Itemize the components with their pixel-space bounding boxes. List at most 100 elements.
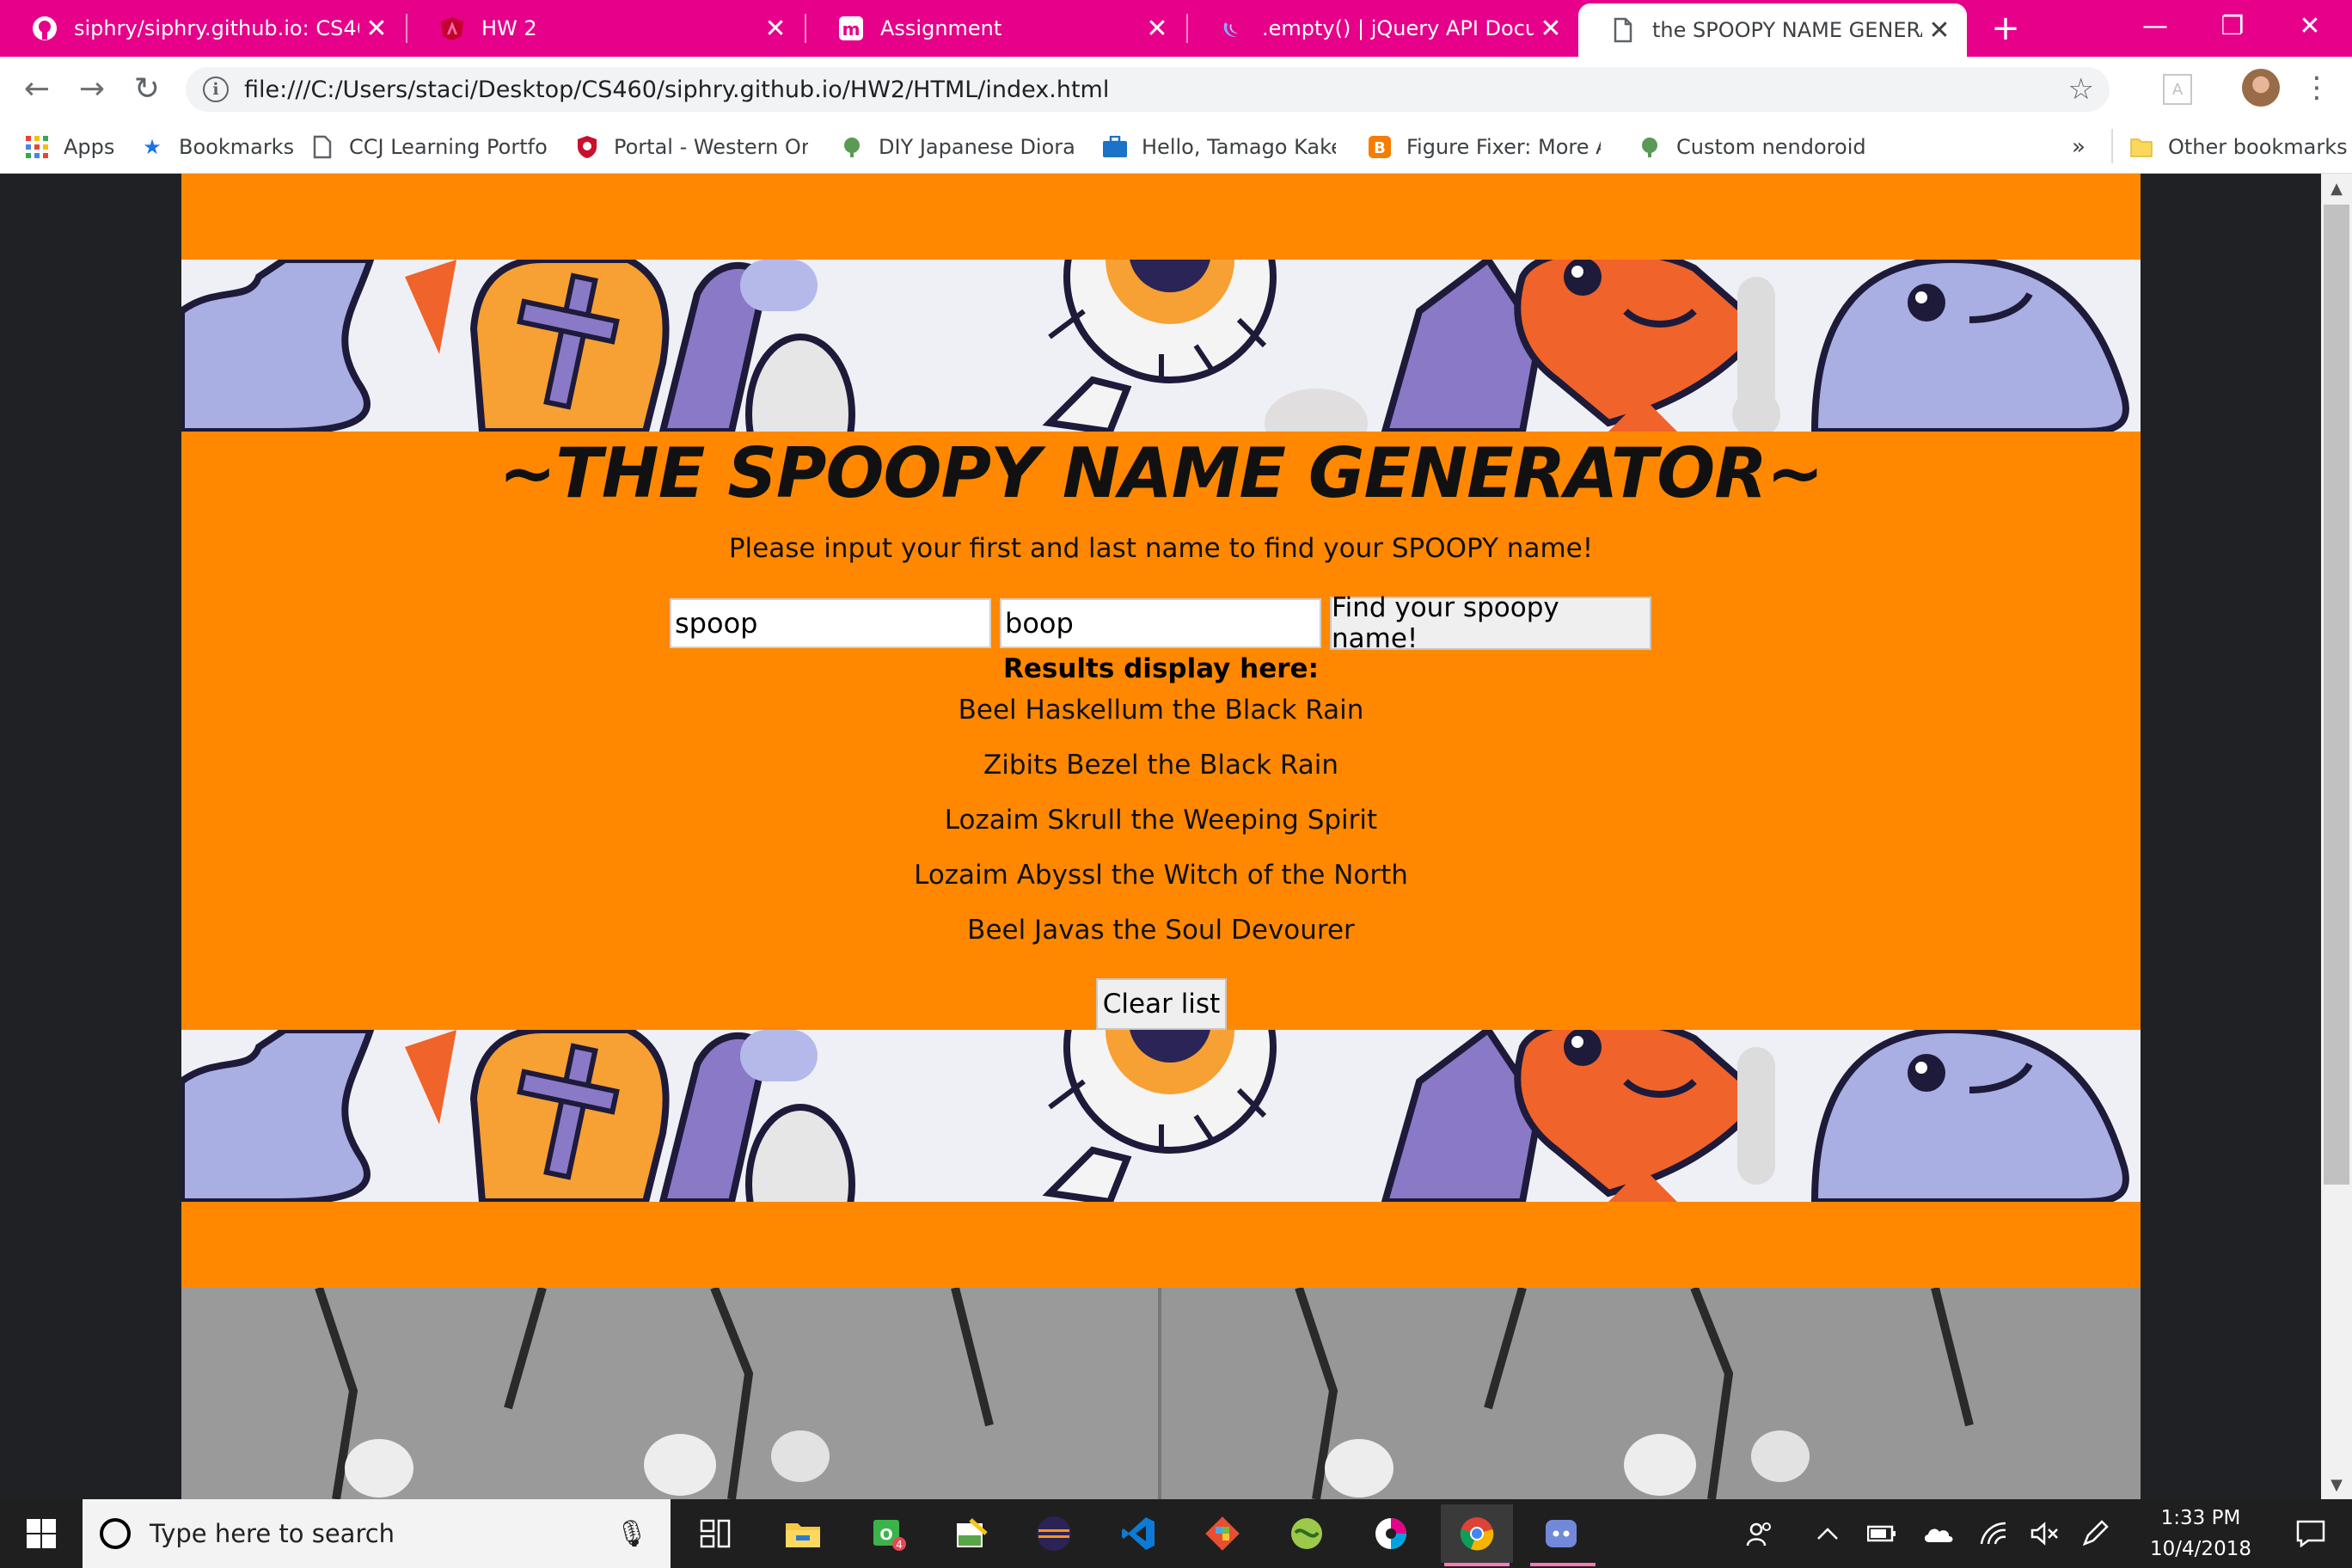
close-icon[interactable]: ✕ [1534, 14, 1568, 44]
vscode-icon[interactable] [1102, 1504, 1174, 1563]
wifi-icon[interactable] [1974, 1499, 2013, 1568]
notifications-icon[interactable] [2276, 1499, 2345, 1568]
star-icon: ★ [143, 135, 162, 159]
profile-avatar[interactable] [2242, 69, 2280, 107]
microphone-icon[interactable]: 🎙 [616, 1519, 648, 1549]
tab-title: the SPOOPY NAME GENERATOR [1652, 18, 1922, 42]
bookmark-label: Portal - Western Oregon [614, 135, 808, 159]
url-text[interactable]: file:///C:/Users/staci/Desktop/CS460/sip… [244, 77, 2068, 103]
taskbar-clock[interactable]: 1:33 PM 10/4/2018 [2123, 1499, 2278, 1568]
taskbar-search[interactable]: Type here to search 🎙 [83, 1499, 671, 1568]
paint-icon[interactable] [935, 1504, 1008, 1563]
bookmarks-overflow-button[interactable]: » [2072, 120, 2098, 174]
last-name-input[interactable] [1000, 598, 1321, 648]
scroll-up-icon[interactable]: ▲ [2321, 175, 2352, 201]
close-icon[interactable]: ✕ [359, 14, 394, 44]
close-icon[interactable]: ✕ [758, 14, 793, 44]
game-icon[interactable] [1271, 1504, 1343, 1563]
bookmark-tamago[interactable]: Hello, Tamago Kake Gohan [1102, 120, 1344, 174]
task-view-icon[interactable] [679, 1504, 751, 1563]
eclipse-icon[interactable] [1018, 1504, 1090, 1563]
page-content: ~THE SPOOPY NAME GENERATOR~ Please input… [181, 174, 2141, 1499]
other-bookmarks[interactable]: Other bookmarks [2128, 120, 2347, 174]
tab-title: Assignment [880, 16, 1002, 40]
forward-button[interactable]: → [70, 67, 113, 110]
tab-jquery[interactable]: .empty() | jQuery API Documentation ✕ [1188, 0, 1578, 57]
svg-text:B: B [1374, 139, 1386, 157]
jquery-icon [1219, 15, 1246, 42]
new-tab-button[interactable]: + [1982, 5, 2029, 52]
clock-time: 1:33 PM [2160, 1507, 2241, 1529]
start-button[interactable] [0, 1499, 83, 1568]
people-icon[interactable] [1736, 1499, 1783, 1568]
bookmark-label: Other bookmarks [2168, 135, 2347, 159]
chrome-icon[interactable] [1441, 1504, 1513, 1563]
tab-hw2[interactable]: HW 2 ✕ [407, 0, 803, 57]
skeleton-gif [181, 1288, 2141, 1499]
file-explorer-icon[interactable] [767, 1504, 839, 1563]
reload-button[interactable]: ↻ [126, 67, 168, 110]
halloween-banner-top [181, 260, 2141, 432]
bookmark-label: Custom nendoroid face [1676, 135, 1871, 159]
info-icon[interactable]: i [203, 77, 229, 102]
tab-title: HW 2 [481, 16, 537, 40]
clear-list-button[interactable]: Clear list [1096, 978, 1227, 1030]
tab-title: .empty() | jQuery API Documentation [1262, 16, 1534, 40]
bookmark-apps[interactable]: Apps [24, 120, 119, 174]
page-title: ~THE SPOOPY NAME GENERATOR~ [499, 433, 1824, 513]
window-close-button[interactable]: ✕ [2271, 0, 2349, 52]
battery-icon[interactable] [1862, 1499, 1902, 1568]
search-placeholder: Type here to search [150, 1519, 395, 1548]
bookmark-bookmarks[interactable]: ★ Bookmarks [139, 120, 294, 174]
bookmark-star-icon[interactable]: ☆ [2068, 72, 2094, 107]
svg-text:m: m [842, 19, 861, 40]
onedrive-icon[interactable] [1919, 1499, 1958, 1568]
pen-icon[interactable] [2075, 1499, 2115, 1568]
scrollbar-thumb[interactable] [2324, 205, 2349, 1185]
leaf-icon [839, 134, 865, 160]
tab-spoopy[interactable]: the SPOOPY NAME GENERATOR ✕ [1578, 3, 1967, 57]
chevron-up-icon[interactable] [1809, 1499, 1847, 1568]
git-icon[interactable] [1186, 1504, 1259, 1563]
bookmark-ccj[interactable]: CCJ Learning Portfolio [309, 120, 550, 174]
find-spoopy-name-button[interactable]: Find your spoopy name! [1330, 592, 1651, 654]
address-bar[interactable]: i file:///C:/Users/staci/Desktop/CS460/s… [186, 67, 2110, 112]
bookmark-label: Hello, Tamago Kake Gohan [1142, 135, 1336, 159]
halloween-banner-bottom [181, 1030, 2141, 1202]
moodle-icon: m [837, 15, 865, 42]
onenote-icon[interactable]: O4 [853, 1504, 925, 1563]
tab-github[interactable]: siphry/siphry.github.io: CS460 HW2 ✕ [0, 0, 404, 57]
volume-muted-icon[interactable] [2025, 1499, 2065, 1568]
first-name-input[interactable] [670, 598, 991, 648]
close-icon[interactable]: ✕ [1140, 14, 1174, 44]
bookmark-nendoroid[interactable]: Custom nendoroid face [1637, 120, 1879, 174]
page-icon [309, 134, 335, 160]
bookmark-figure-fixer[interactable]: B Figure Fixer: More About [1367, 120, 1608, 174]
halloween-pattern-image [181, 1030, 2141, 1202]
back-button[interactable]: ← [15, 67, 58, 110]
close-icon[interactable]: ✕ [1922, 15, 1957, 46]
page-icon [1609, 16, 1637, 44]
bookmark-label: Figure Fixer: More About [1406, 135, 1601, 159]
bookmark-diorama[interactable]: DIY Japanese Diorama [839, 120, 1080, 174]
result-item: Lozaim Skrull the Weeping Spirit [944, 805, 1378, 836]
windows-logo-icon [27, 1519, 56, 1548]
minimize-button[interactable]: — [2116, 0, 2194, 52]
tab-title: siphry/siphry.github.io: CS460 HW2 [74, 16, 359, 40]
discord-icon[interactable] [1525, 1504, 1597, 1563]
bookmark-label: Apps [64, 135, 115, 159]
folder-icon [2128, 134, 2154, 160]
apps-grid-icon [24, 134, 50, 160]
result-item: Beel Javas the Soul Devourer [967, 915, 1355, 946]
skeleton-image [181, 1288, 2141, 1499]
pdf-extension-icon[interactable]: A [2163, 74, 2192, 105]
paint-3d-icon[interactable] [1355, 1504, 1427, 1563]
bookmark-portal[interactable]: Portal - Western Oregon [574, 120, 815, 174]
active-app-indicator [1444, 1563, 1510, 1566]
leaf-icon [1637, 134, 1663, 160]
bookmark-label: Bookmarks [179, 135, 294, 159]
scroll-down-icon[interactable]: ▼ [2321, 1472, 2352, 1498]
restore-button[interactable]: ❐ [2194, 0, 2271, 52]
tab-assignment[interactable]: m Assignment ✕ [806, 0, 1185, 57]
menu-kebab-icon[interactable]: ⋮ [2302, 69, 2331, 107]
